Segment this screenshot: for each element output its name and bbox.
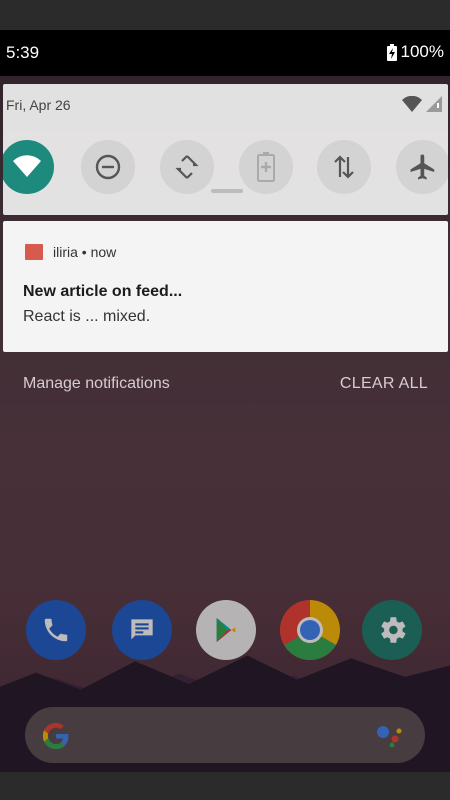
auto-rotate-icon [175, 155, 199, 179]
android-screen: 5:39 100% Fri, Apr 26 iliria • now New a… [0, 30, 450, 772]
notification-title: New article on feed... [23, 283, 183, 300]
qs-date: Fri, Apr 26 [6, 97, 71, 113]
battery-charging-icon [386, 43, 397, 61]
notification-header: iliria • now [53, 244, 116, 260]
notification-separator: • [81, 244, 87, 260]
wifi-icon [13, 155, 41, 177]
qs-status-icons [402, 96, 442, 112]
cellular-signal-icon [426, 96, 442, 112]
battery-saver-icon [257, 152, 275, 182]
mobile-data-icon [334, 155, 354, 179]
notification-app-name: iliria [53, 244, 78, 260]
status-clock: 5:39 [6, 43, 40, 62]
clear-all-button[interactable]: CLEAR ALL [340, 375, 428, 393]
qs-tile-auto-rotate[interactable] [160, 140, 214, 194]
device-frame-bottom [0, 772, 450, 800]
quick-settings-panel[interactable]: Fri, Apr 26 [3, 84, 448, 215]
notification-text: React is ... mixed. [23, 308, 151, 325]
qs-tile-dnd[interactable] [81, 140, 135, 194]
status-bar: 5:39 100% [0, 30, 450, 76]
qs-tile-wifi[interactable] [3, 140, 54, 194]
qs-drag-handle[interactable] [211, 189, 243, 193]
device-frame-top [0, 0, 450, 30]
airplane-icon [410, 154, 435, 180]
app-icon [25, 244, 43, 260]
manage-notifications-button[interactable]: Manage notifications [23, 375, 170, 393]
battery-percent: 100% [400, 42, 444, 61]
notification-card[interactable]: iliria • now New article on feed... Reac… [3, 221, 448, 352]
do-not-disturb-icon [95, 154, 121, 180]
wifi-signal-icon [402, 96, 422, 112]
qs-tile-airplane[interactable] [396, 140, 448, 194]
battery-indicator: 100% [386, 42, 444, 62]
qs-tile-mobile-data[interactable] [317, 140, 371, 194]
notification-time: now [90, 244, 117, 260]
qs-tile-battery-saver[interactable] [239, 140, 293, 194]
